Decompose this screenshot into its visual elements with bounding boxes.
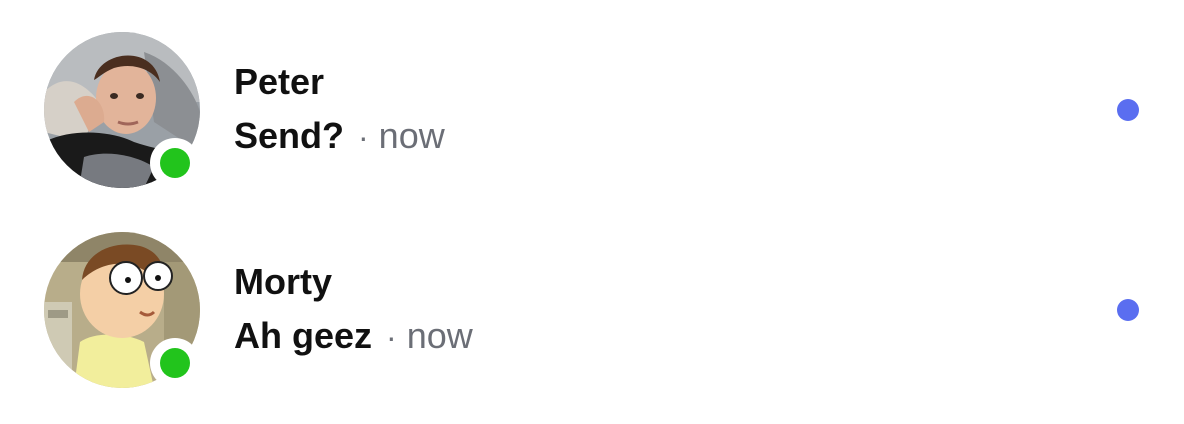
message-preview: Ah geez · now: [234, 316, 473, 364]
unread-indicator: [1117, 299, 1139, 321]
last-message: Ah geez: [234, 315, 373, 356]
last-message: Send?: [234, 115, 345, 156]
unread-indicator: [1117, 99, 1139, 121]
message-timestamp: now: [406, 315, 473, 356]
separator-dot: ·: [358, 119, 369, 155]
conversation-row[interactable]: Peter Send? · now: [0, 10, 1184, 210]
contact-name: Morty: [234, 261, 332, 302]
contact-name: Peter: [234, 61, 325, 102]
avatar-container[interactable]: [44, 232, 200, 388]
message-preview: Send? · now: [234, 116, 445, 164]
separator-dot: ·: [386, 319, 397, 355]
conversation-row[interactable]: Morty Ah geez · now: [0, 210, 1184, 410]
avatar-container[interactable]: [44, 32, 200, 188]
online-status-indicator: [150, 138, 200, 188]
online-status-indicator: [150, 338, 200, 388]
message-timestamp: now: [378, 115, 445, 156]
